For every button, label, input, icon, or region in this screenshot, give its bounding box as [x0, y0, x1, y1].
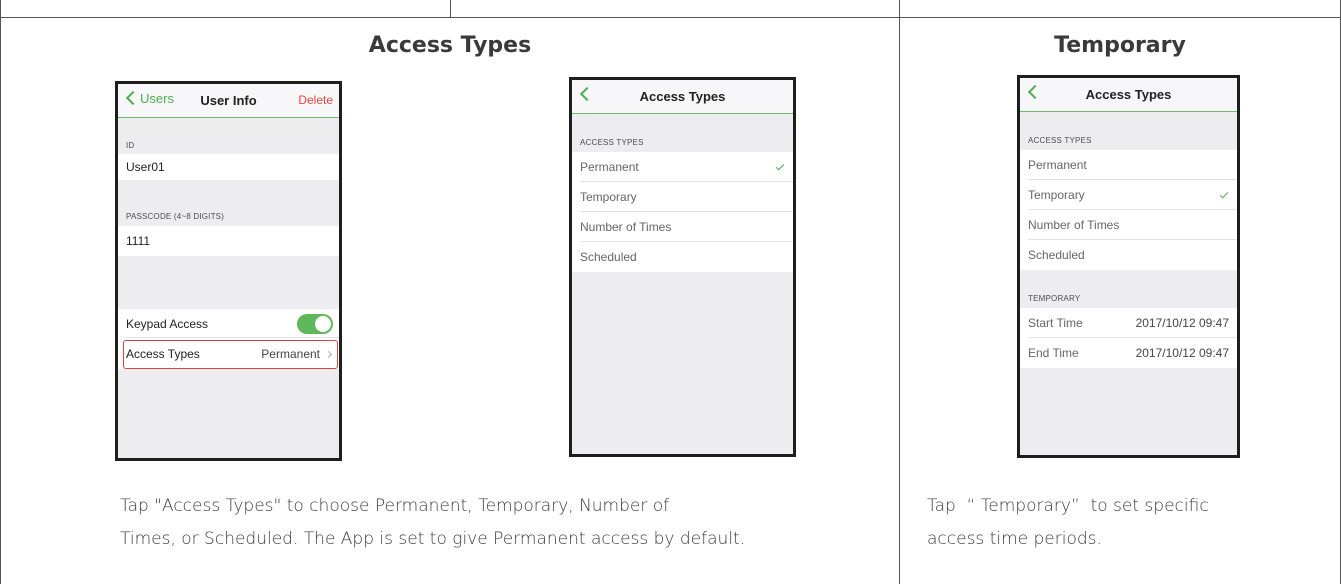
delete-button[interactable]: Delete — [298, 93, 333, 107]
option-number-of-times[interactable]: Number of Times — [1020, 210, 1237, 240]
option-label: Permanent — [580, 160, 639, 174]
id-section-label: ID — [126, 141, 135, 150]
option-scheduled[interactable]: Scheduled — [1020, 240, 1237, 270]
user-info-screen: Users User Info Delete ID User01 PASSCOD… — [115, 81, 342, 461]
temporary-screen: Access Types ACCESS TYPES Permanent Temp… — [1017, 75, 1240, 458]
column-divider — [899, 0, 900, 584]
access-types-screen: Access Types ACCESS TYPES Permanent Temp… — [569, 77, 796, 457]
option-label: Scheduled — [1028, 248, 1085, 262]
end-time-row[interactable]: End Time 2017/10/12 09:47 — [1020, 338, 1237, 368]
option-label: Scheduled — [580, 250, 637, 264]
id-value: User01 — [126, 160, 165, 174]
description-line: Times, or Scheduled. The App is set to g… — [120, 529, 746, 549]
option-permanent[interactable]: Permanent — [1020, 150, 1237, 180]
access-types-highlight — [123, 340, 338, 369]
nav-bar: Access Types — [1020, 78, 1237, 112]
document-frame: Access Types Temporary Users User Info D… — [0, 0, 1341, 584]
access-types-description: Tap "Access Types" to choose Permanent, … — [120, 490, 880, 556]
end-time-value: 2017/10/12 09:47 — [1135, 346, 1229, 360]
keypad-access-label: Keypad Access — [126, 316, 209, 331]
border-left — [0, 0, 1, 584]
passcode-value: 1111 — [126, 234, 151, 248]
keypad-access-row: Keypad Access — [118, 309, 339, 338]
nav-bar: Users User Info Delete — [118, 84, 339, 118]
option-scheduled[interactable]: Scheduled — [572, 242, 793, 272]
access-types-heading: Access Types — [368, 33, 532, 58]
start-time-value: 2017/10/12 09:47 — [1135, 316, 1229, 330]
access-types-section-label: ACCESS TYPES — [580, 138, 644, 147]
nav-bar: Access Types — [572, 80, 793, 114]
temporary-heading: Temporary — [1054, 33, 1186, 58]
passcode-section-label: PASSCODE (4~8 DIGITS) — [126, 212, 225, 221]
nav-title: Access Types — [1085, 87, 1172, 102]
option-temporary[interactable]: Temporary — [1020, 180, 1237, 210]
description-line: access time periods. — [927, 529, 1102, 549]
option-number-of-times[interactable]: Number of Times — [572, 212, 793, 242]
option-label: Number of Times — [580, 220, 672, 234]
start-time-row[interactable]: Start Time 2017/10/12 09:47 — [1020, 308, 1237, 338]
access-types-section-label: ACCESS TYPES — [1028, 136, 1092, 145]
checkmark-icon — [775, 161, 785, 171]
option-temporary[interactable]: Temporary — [572, 182, 793, 212]
start-time-label: Start Time — [1028, 316, 1083, 330]
id-field[interactable]: User01 — [118, 154, 339, 180]
passcode-field[interactable]: 1111 — [118, 226, 339, 256]
option-label: Temporary — [580, 190, 637, 204]
nav-title: Access Types — [639, 89, 726, 104]
top-divider-stub — [450, 0, 451, 17]
description-line: Tap “ Temporary” to set specific — [927, 496, 1209, 516]
option-label: Permanent — [1028, 158, 1087, 172]
keypad-access-toggle[interactable] — [297, 313, 333, 334]
checkmark-icon — [1219, 189, 1229, 199]
temporary-section-label: TEMPORARY — [1028, 294, 1081, 303]
temporary-description: Tap “ Temporary” to set specific access … — [927, 490, 1327, 556]
end-time-label: End Time — [1028, 346, 1079, 360]
option-permanent[interactable]: Permanent — [572, 152, 793, 182]
border-top — [0, 17, 1341, 18]
description-line: Tap "Access Types" to choose Permanent, … — [120, 496, 670, 516]
option-label: Number of Times — [1028, 218, 1120, 232]
option-label: Temporary — [1028, 188, 1085, 202]
